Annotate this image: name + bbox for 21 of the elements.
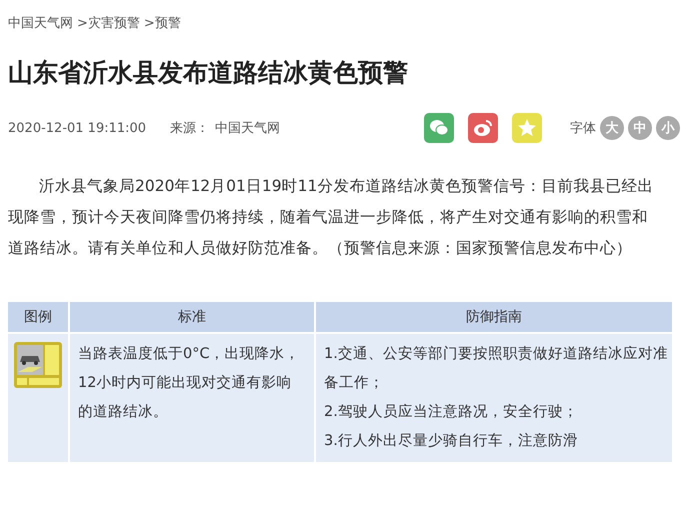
- column-header: 标准: [70, 302, 314, 332]
- star-icon: [517, 118, 537, 138]
- article-title: 山东省沂水县发布道路结冰黄色预警: [8, 57, 409, 89]
- chat-bubbles-icon: [429, 119, 449, 137]
- column-header: 图例: [8, 302, 68, 332]
- publish-time: 2020-12-01 19:11:00: [8, 120, 146, 136]
- font-size-label: 字体: [570, 120, 596, 137]
- source-name: 中国天气网: [215, 120, 280, 137]
- breadcrumb-link[interactable]: >预警: [144, 14, 181, 32]
- guide-item: 2.驾驶人员应当注意路况，安全行驶；: [324, 402, 579, 422]
- source-label: 来源：: [170, 120, 210, 137]
- column-header: 防御指南: [316, 302, 672, 332]
- breadcrumb-link[interactable]: 中国天气网: [8, 14, 73, 32]
- guide-item: 3.行人外出尽量少骑自行车，注意防滑: [324, 432, 579, 451]
- article-paragraph: 沂水县气象局2020年12月01日19时11分发布道路结冰黄色预警信号：目前我县已经出现降雪，预计今天夜间降雪仍将持续，随着气温进一步降低，将产生对交通有影响的积雪和道路结冰。请有关单位和人员做好防范准备。（预警信息来源：国家预警信息发布中心）: [8, 176, 654, 259]
- breadcrumb-link[interactable]: >灾害预警: [77, 14, 140, 32]
- share-button[interactable]: [468, 113, 498, 143]
- share-button[interactable]: [424, 113, 454, 143]
- table-cell: 当路表温度低于0°C，出现降水，12小时内可能出现对交通有影响的道路结冰。: [70, 334, 314, 462]
- guide-item: 1.交通、公安等部门要按照职责做好道路结冰应对准备工作；: [324, 344, 668, 393]
- eye-logo-icon: [473, 119, 493, 137]
